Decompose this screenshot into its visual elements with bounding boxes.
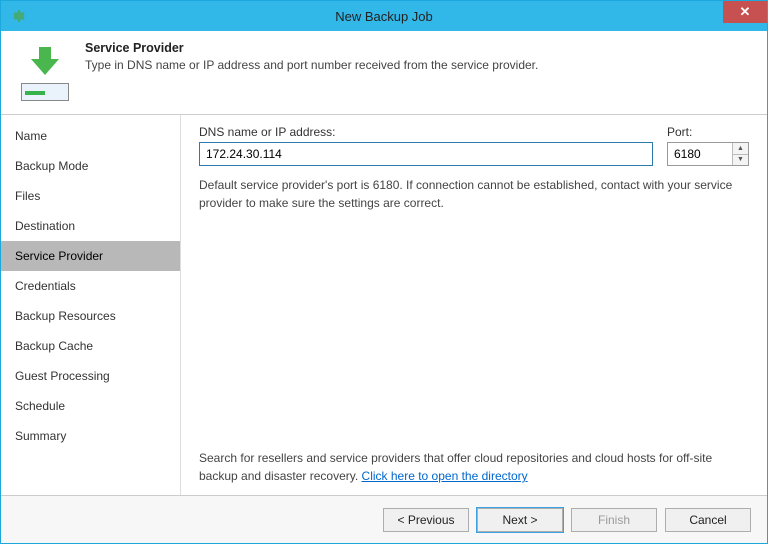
header-icon bbox=[17, 41, 73, 101]
window-title: New Backup Job bbox=[1, 9, 767, 24]
open-directory-link[interactable]: Click here to open the directory bbox=[362, 469, 528, 483]
sidebar-item-service-provider[interactable]: Service Provider bbox=[1, 241, 180, 271]
sidebar-item-guest-processing[interactable]: Guest Processing bbox=[1, 361, 180, 391]
previous-button[interactable]: < Previous bbox=[383, 508, 469, 532]
sidebar-item-label: Service Provider bbox=[15, 249, 103, 263]
sidebar-item-label: Files bbox=[15, 189, 40, 203]
sidebar-item-label: Summary bbox=[15, 429, 66, 443]
sidebar-item-label: Backup Mode bbox=[15, 159, 88, 173]
sidebar-item-label: Credentials bbox=[15, 279, 76, 293]
sidebar-item-destination[interactable]: Destination bbox=[1, 211, 180, 241]
next-button[interactable]: Next > bbox=[477, 508, 563, 532]
titlebar: New Backup Job ✕ bbox=[1, 1, 767, 31]
gear-icon bbox=[9, 8, 25, 24]
wizard-header: Service Provider Type in DNS name or IP … bbox=[1, 31, 767, 115]
sidebar-item-label: Backup Cache bbox=[15, 339, 93, 353]
port-help-text: Default service provider's port is 6180.… bbox=[199, 176, 749, 212]
sidebar-item-label: Destination bbox=[15, 219, 75, 233]
header-subtitle: Type in DNS name or IP address and port … bbox=[85, 58, 538, 72]
close-button[interactable]: ✕ bbox=[723, 1, 767, 23]
port-input[interactable] bbox=[668, 143, 732, 165]
dns-input[interactable] bbox=[199, 142, 653, 166]
directory-help-text: Search for resellers and service provide… bbox=[199, 449, 749, 485]
port-spin-up[interactable]: ▲ bbox=[733, 143, 748, 155]
sidebar-item-label: Name bbox=[15, 129, 47, 143]
download-arrow-icon bbox=[25, 41, 65, 81]
sidebar-item-summary[interactable]: Summary bbox=[1, 421, 180, 451]
content-pane: DNS name or IP address: Port: ▲ ▼ Defaul… bbox=[181, 115, 767, 495]
header-title: Service Provider bbox=[85, 41, 538, 55]
sidebar-item-backup-mode[interactable]: Backup Mode bbox=[1, 151, 180, 181]
cancel-button[interactable]: Cancel bbox=[665, 508, 751, 532]
port-label: Port: bbox=[667, 125, 749, 139]
wizard-body: Name Backup Mode Files Destination Servi… bbox=[1, 115, 767, 495]
sidebar-item-backup-cache[interactable]: Backup Cache bbox=[1, 331, 180, 361]
port-spin-down[interactable]: ▼ bbox=[733, 155, 748, 166]
sidebar-item-credentials[interactable]: Credentials bbox=[1, 271, 180, 301]
sidebar-item-label: Schedule bbox=[15, 399, 65, 413]
wizard-steps-sidebar: Name Backup Mode Files Destination Servi… bbox=[1, 115, 181, 495]
dns-label: DNS name or IP address: bbox=[199, 125, 653, 139]
sidebar-item-backup-resources[interactable]: Backup Resources bbox=[1, 301, 180, 331]
sidebar-item-schedule[interactable]: Schedule bbox=[1, 391, 180, 421]
port-spinner: ▲ ▼ bbox=[732, 143, 748, 165]
wizard-window: New Backup Job ✕ Service Provider Type i… bbox=[0, 0, 768, 544]
close-icon: ✕ bbox=[740, 4, 751, 20]
wizard-footer: < Previous Next > Finish Cancel bbox=[1, 495, 767, 543]
sidebar-item-label: Backup Resources bbox=[15, 309, 116, 323]
sidebar-item-label: Guest Processing bbox=[15, 369, 110, 383]
tape-icon bbox=[21, 83, 69, 101]
sidebar-item-name[interactable]: Name bbox=[1, 121, 180, 151]
finish-button[interactable]: Finish bbox=[571, 508, 657, 532]
sidebar-item-files[interactable]: Files bbox=[1, 181, 180, 211]
